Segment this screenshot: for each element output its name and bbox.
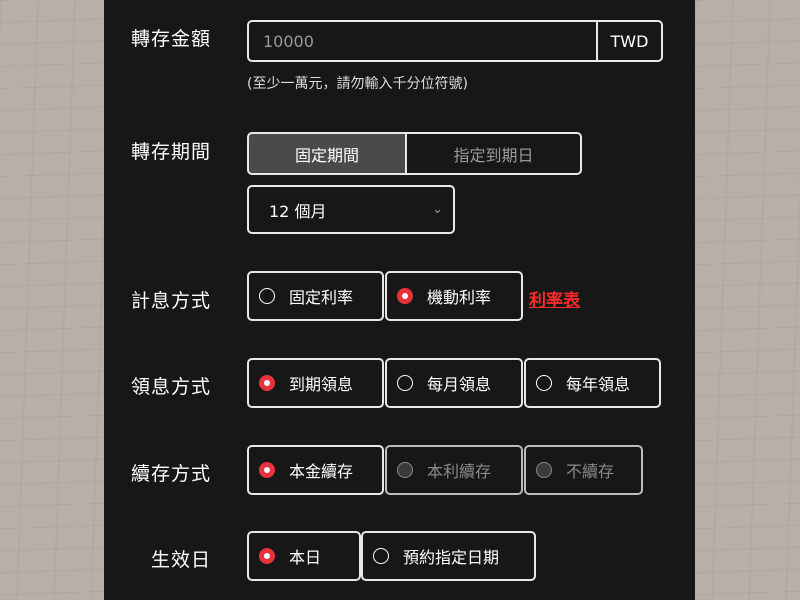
currency-unit: TWD: [596, 20, 663, 62]
tab-fixed-period-label: 固定期間: [294, 145, 359, 165]
radio-disabled-icon: [536, 462, 552, 478]
radio-renew-principal-interest[interactable]: 本利續存: [385, 445, 523, 495]
chevron-down-icon: ⌄: [432, 202, 443, 217]
interest-type-label: 計息方式: [131, 290, 212, 312]
radio-disabled-icon: [397, 462, 413, 478]
radio-selected-icon: [259, 548, 275, 564]
radio-renew-principal-interest-label: 本利續存: [427, 462, 492, 481]
period-select-value: 12 個月: [269, 201, 327, 221]
radio-effective-scheduled-label: 預約指定日期: [403, 548, 500, 567]
radio-renew-principal-label: 本金續存: [289, 462, 354, 481]
radio-circle-icon: [397, 375, 413, 391]
radio-effective-today[interactable]: 本日: [247, 531, 361, 581]
amount-label: 轉存金額: [131, 28, 212, 50]
payout-label: 領息方式: [131, 376, 212, 398]
radio-payout-monthly-label: 每月領息: [427, 375, 492, 394]
radio-effective-scheduled[interactable]: 預約指定日期: [361, 531, 536, 581]
currency-label: TWD: [610, 31, 649, 51]
radio-payout-monthly[interactable]: 每月領息: [385, 358, 523, 408]
radio-floating-rate[interactable]: 機動利率: [385, 271, 523, 321]
radio-selected-icon: [259, 375, 275, 391]
effective-label: 生效日: [151, 549, 212, 571]
tab-specified-date-label: 指定到期日: [453, 145, 534, 165]
radio-circle-icon: [259, 288, 275, 304]
radio-payout-maturity[interactable]: 到期領息: [247, 358, 384, 408]
radio-no-renewal-label: 不續存: [566, 462, 615, 481]
radio-payout-yearly[interactable]: 每年領息: [524, 358, 661, 408]
radio-payout-yearly-label: 每年領息: [566, 375, 631, 394]
tab-fixed-period[interactable]: 固定期間: [247, 132, 407, 175]
radio-payout-maturity-label: 到期領息: [289, 375, 354, 394]
amount-value: 10000: [263, 31, 314, 51]
radio-selected-icon: [259, 462, 275, 478]
radio-no-renewal[interactable]: 不續存: [524, 445, 643, 495]
amount-hint: (至少一萬元，請勿輸入千分位符號): [247, 76, 468, 92]
period-select[interactable]: 12 個月 ⌄: [247, 185, 455, 234]
period-label: 轉存期間: [131, 141, 212, 163]
radio-renew-principal[interactable]: 本金續存: [247, 445, 384, 495]
radio-fixed-rate-label: 固定利率: [289, 288, 354, 307]
radio-fixed-rate[interactable]: 固定利率: [247, 271, 384, 321]
radio-selected-icon: [397, 288, 413, 304]
rate-table-link[interactable]: 利率表: [529, 286, 580, 311]
background-left: [0, 0, 104, 600]
amount-input[interactable]: 10000: [247, 20, 598, 62]
radio-floating-rate-label: 機動利率: [427, 288, 492, 307]
radio-circle-icon: [373, 548, 389, 564]
tab-specified-date[interactable]: 指定到期日: [405, 132, 582, 175]
background-right: [695, 0, 800, 600]
renewal-label: 續存方式: [131, 463, 212, 485]
radio-circle-icon: [536, 375, 552, 391]
radio-effective-today-label: 本日: [289, 548, 322, 567]
